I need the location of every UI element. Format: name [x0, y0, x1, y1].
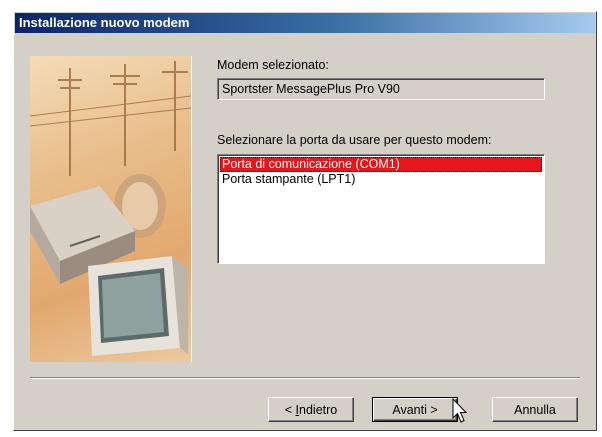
modem-label: Modem selezionato: — [217, 58, 329, 72]
port-label: Selezionare la porta da usare per questo… — [217, 133, 492, 147]
modem-wizard-dialog: Installazione nuovo modem Modem selezion… — [13, 11, 597, 431]
back-button[interactable]: < Indietro — [268, 397, 354, 422]
back-prefix: < — [284, 402, 296, 417]
button-divider — [30, 377, 580, 379]
mouse-pointer-icon — [452, 398, 468, 423]
selected-modem-field: Sportster MessagePlus Pro V90 — [217, 78, 545, 100]
list-item-com1[interactable]: Porta di comunicazione (COM1) — [220, 157, 542, 172]
next-button[interactable]: Avanti > — [372, 397, 458, 422]
port-listbox[interactable]: Porta di comunicazione (COM1) Porta stam… — [217, 154, 545, 264]
title-bar[interactable]: Installazione nuovo modem — [15, 13, 595, 33]
cancel-button[interactable]: Annulla — [492, 397, 578, 422]
back-rest: ndietro — [299, 402, 338, 417]
wizard-illustration — [30, 56, 192, 362]
list-item-lpt1[interactable]: Porta stampante (LPT1) — [220, 172, 542, 187]
window-title: Installazione nuovo modem — [19, 15, 190, 30]
